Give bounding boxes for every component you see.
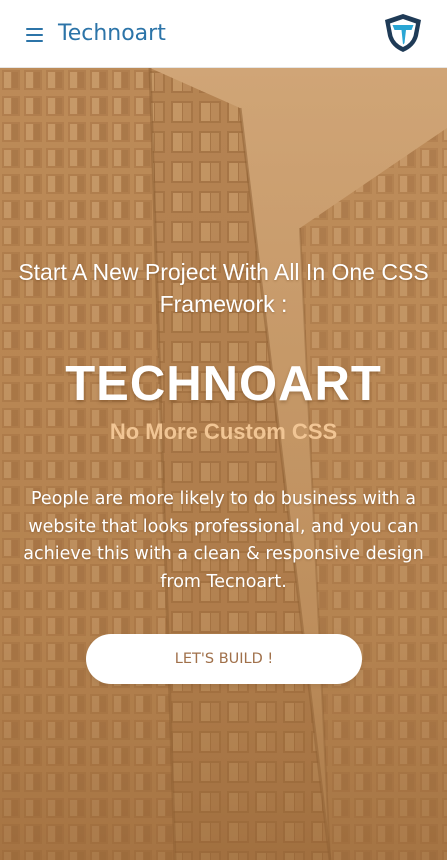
hero-title: Start A New Project With All In One CSS … [18, 259, 429, 317]
hero-tagline: No More Custom CSS [109, 419, 338, 444]
hero-brand-heading: TECHNOART [65, 357, 382, 411]
hero-description: People are more likely to do business wi… [23, 489, 424, 592]
lets-build-button[interactable]: LET'S BUILD ! [86, 634, 362, 684]
top-navbar: Technoart [0, 0, 447, 68]
hero-section: Start A New Project With All In One CSS … [0, 68, 447, 860]
hero-content: Start A New Project With All In One CSS … [0, 68, 447, 860]
page: Technoart Start A New Project With All I… [0, 0, 447, 860]
brand-link[interactable]: Technoart [58, 19, 166, 49]
shield-logo-icon[interactable] [382, 12, 424, 54]
hamburger-menu-icon[interactable] [24, 24, 46, 46]
